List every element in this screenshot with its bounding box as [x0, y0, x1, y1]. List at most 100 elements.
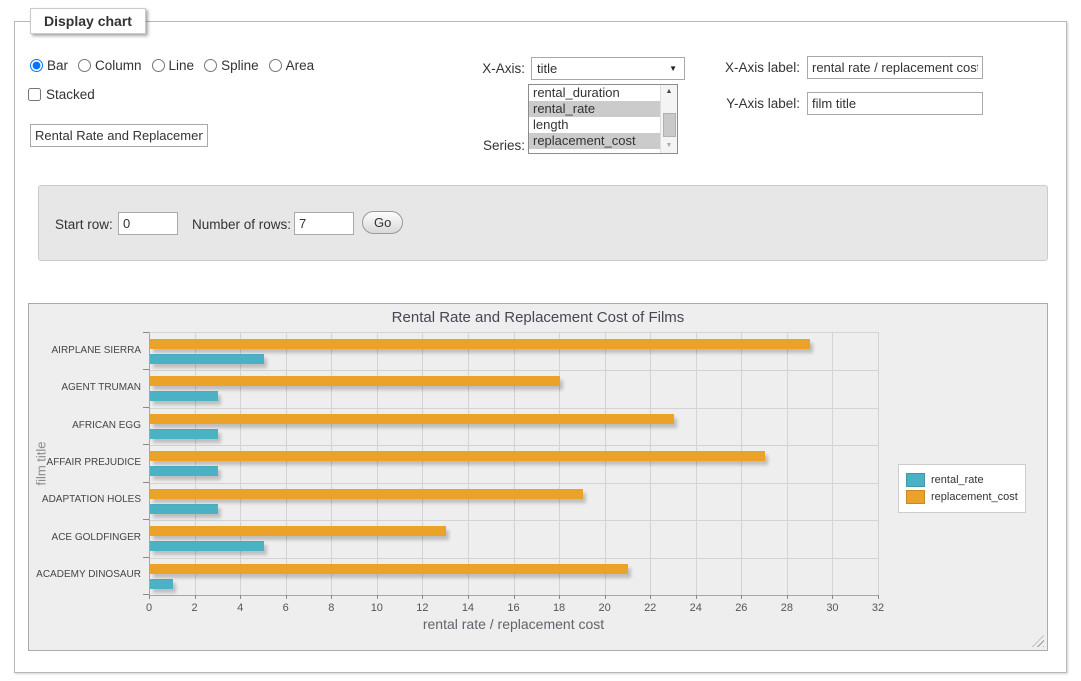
bar-rental_rate: [150, 466, 218, 476]
x-tick-mark: [650, 595, 651, 599]
gridline-v: [741, 333, 742, 595]
x-tick-label: 18: [539, 602, 579, 614]
x-tick-mark: [422, 595, 423, 599]
chart-type-radio-spline[interactable]: [204, 59, 217, 72]
category-label: AGENT TRUMAN: [29, 382, 141, 393]
bar-rental_rate: [150, 504, 218, 514]
y-tick-mark: [143, 519, 149, 520]
gridline-v: [240, 333, 241, 595]
resize-handle-icon[interactable]: [1032, 635, 1044, 647]
bar-replacement_cost: [150, 451, 765, 461]
x-tick-label: 0: [129, 602, 169, 614]
legend-label: rental_rate: [931, 474, 984, 486]
x-axis-select[interactable]: title ▼: [531, 57, 685, 80]
x-tick-mark: [331, 595, 332, 599]
gridline-v: [696, 333, 697, 595]
x-tick-mark: [741, 595, 742, 599]
scroll-up-icon[interactable]: ▲: [661, 85, 677, 99]
scrollbar-thumb[interactable]: [663, 113, 676, 137]
y-tick-mark: [143, 332, 149, 333]
x-tick-mark: [878, 595, 879, 599]
x-tick-mark: [149, 595, 150, 599]
gridline-h: [150, 370, 879, 371]
chart: Rental Rate and Replacement Cost of Film…: [28, 303, 1048, 651]
gridline-v: [422, 333, 423, 595]
series-listbox[interactable]: rental_durationrental_ratelengthreplacem…: [528, 84, 678, 154]
x-tick-label: 26: [721, 602, 761, 614]
chart-type-option-line[interactable]: Line: [152, 58, 195, 73]
x-tick-label: 32: [858, 602, 898, 614]
series-option-rental_rate[interactable]: rental_rate: [529, 101, 677, 117]
chart-title-input[interactable]: [30, 124, 208, 147]
legend-entry-replacement_cost: replacement_cost: [906, 490, 1018, 504]
x-tick-label: 14: [448, 602, 488, 614]
gridline-v: [878, 333, 879, 595]
gridline-h: [150, 483, 879, 484]
x-axis-label-input[interactable]: [807, 56, 983, 79]
x-axis-selected-value: title: [537, 61, 557, 76]
chart-type-radio-line[interactable]: [152, 59, 165, 72]
series-scrollbar[interactable]: ▲ ▼: [660, 85, 677, 153]
x-tick-mark: [559, 595, 560, 599]
fieldset-legend-text: Display chart: [44, 13, 132, 29]
fieldset-legend: Display chart: [30, 8, 146, 34]
bar-replacement_cost: [150, 564, 628, 574]
bar-rental_rate: [150, 354, 264, 364]
chart-type-option-area[interactable]: Area: [269, 58, 315, 73]
gridline-v: [286, 333, 287, 595]
series-option-length[interactable]: length: [529, 117, 677, 133]
stacked-checkbox-row[interactable]: Stacked: [28, 87, 95, 102]
bar-rental_rate: [150, 429, 218, 439]
series-option-rental_duration[interactable]: rental_duration: [529, 85, 677, 101]
number-of-rows-label: Number of rows:: [192, 217, 291, 232]
chart-type-radio-bar[interactable]: [30, 59, 43, 72]
x-tick-label: 28: [767, 602, 807, 614]
row-range-panel: [38, 185, 1048, 261]
x-tick-mark: [787, 595, 788, 599]
x-tick-label: 10: [357, 602, 397, 614]
chart-type-option-bar[interactable]: Bar: [30, 58, 68, 73]
y-axis-title: film title: [34, 399, 49, 529]
category-label: ACADEMY DINOSAUR: [29, 569, 141, 580]
x-tick-mark: [605, 595, 606, 599]
chart-type-radio-group: Bar Column Line Spline Area: [30, 55, 450, 75]
gridline-v: [514, 333, 515, 595]
x-tick-mark: [240, 595, 241, 599]
scroll-down-icon[interactable]: ▼: [661, 139, 677, 153]
chart-title: Rental Rate and Replacement Cost of Film…: [29, 309, 1047, 326]
page: Display chart Bar Column Line Spline Area St…: [0, 0, 1081, 681]
x-tick-label: 16: [494, 602, 534, 614]
x-tick-label: 4: [220, 602, 260, 614]
x-tick-mark: [468, 595, 469, 599]
chart-type-label: Area: [286, 58, 315, 73]
x-tick-label: 2: [175, 602, 215, 614]
x-tick-label: 22: [630, 602, 670, 614]
bar-replacement_cost: [150, 414, 674, 424]
x-tick-mark: [286, 595, 287, 599]
x-tick-label: 12: [402, 602, 442, 614]
go-button[interactable]: Go: [362, 211, 403, 234]
chart-type-option-spline[interactable]: Spline: [204, 58, 259, 73]
number-of-rows-input[interactable]: [294, 212, 354, 235]
x-tick-label: 6: [266, 602, 306, 614]
chart-type-radio-column[interactable]: [78, 59, 91, 72]
plot-area: [149, 332, 879, 596]
legend-swatch-replacement_cost: [906, 490, 925, 504]
gridline-v: [650, 333, 651, 595]
x-tick-mark: [696, 595, 697, 599]
x-tick-label: 20: [585, 602, 625, 614]
y-axis-label-input[interactable]: [807, 92, 983, 115]
chart-type-radio-area[interactable]: [269, 59, 282, 72]
chart-type-label: Line: [169, 58, 195, 73]
gridline-h: [150, 445, 879, 446]
bar-rental_rate: [150, 391, 218, 401]
chart-type-option-column[interactable]: Column: [78, 58, 142, 73]
start-row-input[interactable]: [118, 212, 178, 235]
bar-rental_rate: [150, 579, 173, 589]
stacked-checkbox[interactable]: [28, 88, 41, 101]
gridline-v: [331, 333, 332, 595]
x-axis-title: rental rate / replacement cost: [149, 616, 878, 632]
series-option-replacement_cost[interactable]: replacement_cost: [529, 133, 677, 149]
bar-replacement_cost: [150, 526, 446, 536]
x-tick-mark: [195, 595, 196, 599]
